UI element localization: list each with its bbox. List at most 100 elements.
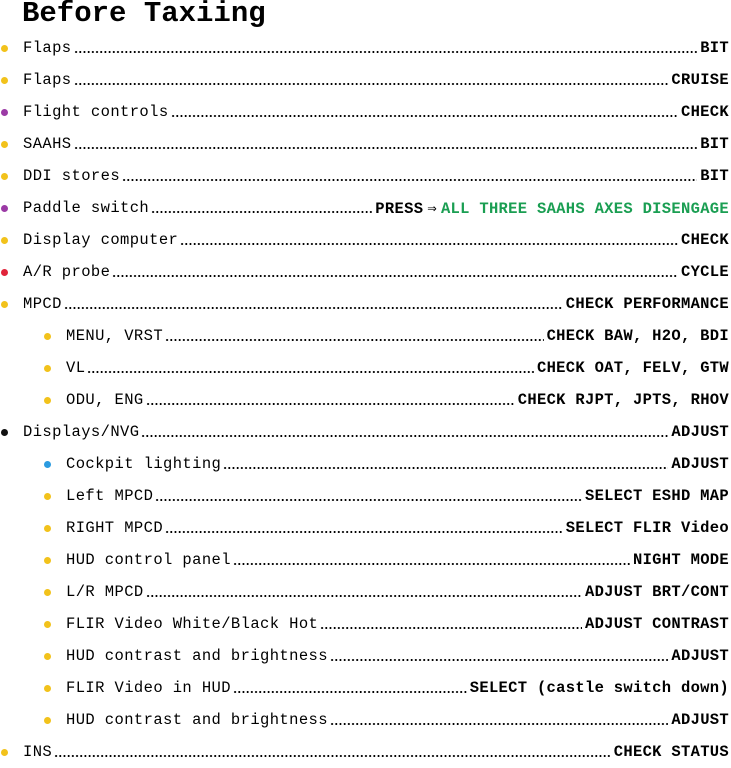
bullet-icon: [1, 749, 8, 756]
checklist-subitem: FLIR Video in HUD SELECT (castle switch d…: [0, 672, 731, 704]
item-action: ADJUST: [671, 423, 729, 441]
item-value: CHECK RJPT, JPTS, RHOV: [518, 391, 729, 409]
checklist-item: MPCD CHECK PERFORMANCE: [0, 288, 731, 320]
item-label: Flight controls: [23, 103, 169, 121]
item-label: Left MPCD: [66, 487, 154, 505]
item-action: CHECK: [680, 103, 729, 121]
bullet-icon: [1, 429, 8, 436]
checklist-subitem: FLIR Video White/Black Hot ADJUST CONTRAS…: [0, 608, 731, 640]
checklist-subitem: L/R MPCD ADJUST BRT/CONT: [0, 576, 731, 608]
item-value: CHECK: [681, 231, 729, 249]
bullet-icon: [44, 493, 51, 500]
item-value: SELECT ESHD MAP: [585, 487, 729, 505]
item-value: SELECT FLIR Video: [566, 519, 729, 537]
bullet-icon: [44, 397, 51, 404]
item-action: CHECK BAW, H2O, BDI: [546, 327, 729, 345]
item-label: MPCD: [23, 295, 62, 313]
checklist-item: Flight controls CHECK: [0, 96, 731, 128]
dot-leader: [155, 499, 582, 501]
dot-leader: [146, 595, 582, 597]
page-title: Before Taxiing: [22, 0, 266, 30]
bullet-icon: [1, 45, 8, 52]
checklist-subitem: RIGHT MPCD SELECT FLIR Video: [0, 512, 731, 544]
dot-leader: [74, 147, 697, 149]
checklist-subitem: VL CHECK OAT, FELV, GTW: [0, 352, 731, 384]
item-label: INS: [23, 743, 53, 761]
item-value: BIT: [700, 39, 729, 57]
item-label: SAAHS: [23, 135, 72, 153]
checklist-item: Flaps BIT: [0, 32, 731, 64]
bullet-icon: [44, 365, 51, 372]
item-action: ADJUST CONTRAST: [584, 615, 729, 633]
item-action: PRESS: [375, 199, 424, 218]
item-value: CYCLE: [681, 263, 729, 281]
item-label: Displays/NVG: [23, 423, 140, 441]
item-label: Flaps: [23, 71, 72, 89]
item-label: RIGHT MPCD: [66, 519, 164, 537]
item-action: CHECK PERFORMANCE: [565, 295, 729, 313]
item-label: FLIR Video White/Black Hot: [66, 615, 319, 633]
item-action: BIT: [700, 39, 729, 57]
checklist-subitem: HUD contrast and brightness ADJUST: [0, 640, 731, 672]
item-label: HUD control panel: [66, 551, 231, 569]
bullet-icon: [1, 237, 8, 244]
item-label: Flaps: [23, 39, 72, 57]
item-label: HUD contrast and brightness: [66, 711, 328, 729]
dot-leader: [74, 51, 697, 53]
dot-leader: [112, 275, 678, 277]
item-value: ADJUST: [671, 647, 729, 665]
item-label: Cockpit lighting: [66, 455, 222, 473]
item-action: CHECK OAT, FELV, GTW: [536, 359, 729, 377]
dot-leader: [165, 339, 544, 341]
checklist-subitem: ODU, ENG CHECK RJPT, JPTS, RHOV: [0, 384, 731, 416]
dot-leader: [87, 371, 534, 373]
bullet-icon: [44, 525, 51, 532]
dot-leader: [233, 563, 630, 565]
item-action: BIT: [700, 167, 729, 185]
item-label: MENU, VRST: [66, 327, 164, 345]
item-action: SELECT (castle switch down): [469, 679, 729, 697]
item-value: ADJUST BRT/CONT: [585, 583, 729, 601]
item-action: BIT: [700, 135, 729, 153]
dot-leader: [122, 179, 697, 181]
item-action: CHECK: [680, 231, 729, 249]
dot-leader: [180, 243, 678, 245]
item-label: FLIR Video in HUD: [66, 679, 231, 697]
bullet-icon: [1, 205, 8, 212]
bullet-icon: [44, 653, 51, 660]
checklist-subitem: Left MPCD SELECT ESHD MAP: [0, 480, 731, 512]
bullet-icon: [44, 621, 51, 628]
item-value: NIGHT MODE: [633, 551, 729, 569]
dot-leader: [54, 755, 611, 757]
item-action: ADJUST BRT/CONT: [584, 583, 729, 601]
dot-leader: [233, 691, 467, 693]
item-label: ODU, ENG: [66, 391, 144, 409]
item-label: Paddle switch: [23, 199, 150, 217]
item-action: ADJUST: [671, 455, 729, 473]
item-label: A/R probe: [23, 263, 111, 281]
checklist-item: Displays/NVG ADJUST: [0, 416, 731, 448]
bullet-icon: [44, 685, 51, 692]
item-value: CHECK: [681, 103, 729, 121]
item-action: NIGHT MODE: [632, 551, 729, 569]
bullet-icon: [44, 333, 51, 340]
dot-leader: [320, 627, 582, 629]
bullet-icon: [1, 109, 8, 116]
checklist-subitem: Cockpit lighting ADJUST: [0, 448, 731, 480]
dot-leader: [171, 115, 678, 117]
dot-leader: [141, 435, 668, 437]
item-action: CHECK STATUS: [613, 743, 729, 761]
bullet-icon: [44, 557, 51, 564]
checklist-item: A/R probe CYCLE: [0, 256, 731, 288]
dot-leader: [330, 723, 668, 725]
item-label: Display computer: [23, 231, 179, 249]
item-value: CHECK BAW, H2O, BDI: [547, 327, 729, 345]
item-action: CYCLE: [680, 263, 729, 281]
item-label: L/R MPCD: [66, 583, 144, 601]
bullet-icon: [1, 269, 8, 276]
item-action: ADJUST: [671, 647, 729, 665]
bullet-icon: [44, 461, 51, 468]
bullet-icon: [44, 589, 51, 596]
checklist-subitem: HUD control panel NIGHT MODE: [0, 544, 731, 576]
dot-leader: [146, 403, 515, 405]
